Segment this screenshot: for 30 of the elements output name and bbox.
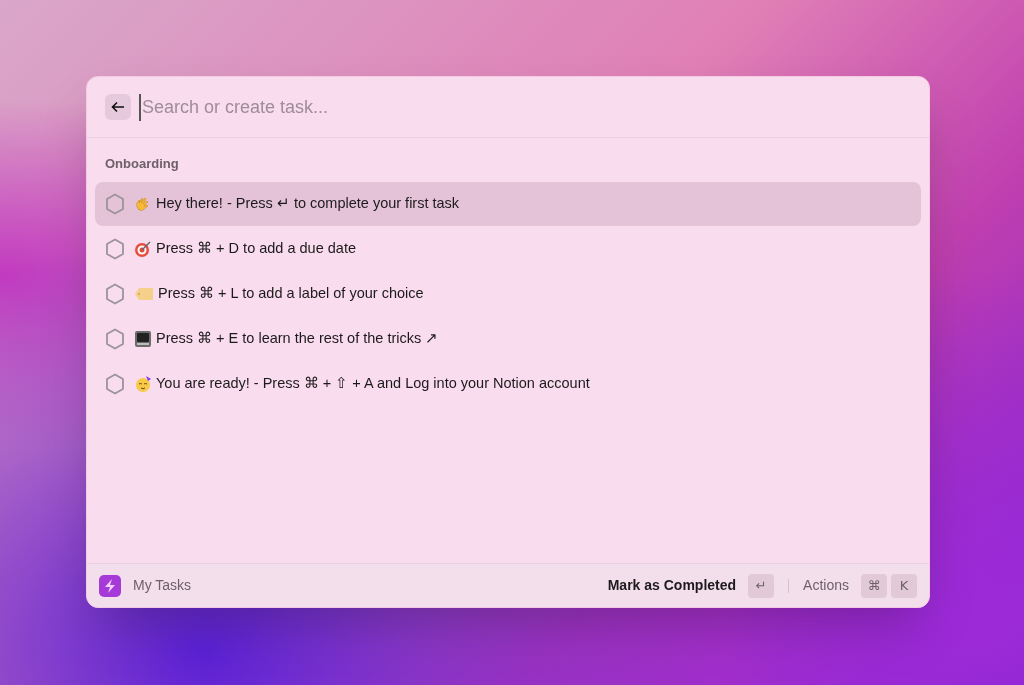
key-hint: ↵ (748, 573, 775, 598)
hexagon-checkbox[interactable] (105, 237, 125, 260)
key-hint: ⌘ (861, 573, 887, 598)
task-title: You are ready! - Press ⌘ + ⇧ + A and Log into your Notion account (156, 373, 590, 393)
app-logo-icon (99, 574, 121, 597)
mark-completed-button[interactable]: Mark as Completed (607, 575, 737, 596)
task-title: Press ⌘ + D to add a due date (156, 238, 356, 258)
hexagon-checkbox[interactable] (105, 282, 125, 305)
task-row[interactable]: Press ⌘ + E to learn the rest of the tricks ↗ (95, 316, 921, 361)
hexagon-checkbox[interactable] (105, 192, 125, 215)
tag-icon (134, 286, 154, 301)
task-row[interactable]: Hey there! - Press ↵ to complete your first task (95, 181, 921, 226)
actions-button[interactable]: Actions (803, 575, 849, 596)
party-face-icon (134, 374, 152, 393)
key-hint: K (891, 573, 917, 598)
back-arrow-icon (111, 101, 125, 113)
footer-title: My Tasks (133, 576, 192, 595)
computer-icon (134, 329, 152, 348)
task-title: Press ⌘ + L to add a label of your choice (158, 283, 424, 303)
task-row[interactable]: Press ⌘ + D to add a due date (95, 226, 921, 271)
section-heading: Onboarding (104, 155, 180, 173)
task-title: Hey there! - Press ↵ to complete your first task (156, 193, 460, 213)
back-button[interactable] (105, 94, 131, 120)
task-row[interactable]: Press ⌘ + L to add a label of your choice (95, 271, 921, 316)
task-row[interactable]: You are ready! - Press ⌘ + ⇧ + A and Log into your Notion account (95, 361, 921, 406)
task-title: Press ⌘ + E to learn the rest of the tricks ↗ (156, 328, 439, 348)
target-icon (134, 239, 152, 258)
search-field[interactable]: Search or create task... (139, 93, 911, 121)
hexagon-checkbox[interactable] (105, 327, 125, 350)
hexagon-checkbox[interactable] (105, 372, 125, 395)
